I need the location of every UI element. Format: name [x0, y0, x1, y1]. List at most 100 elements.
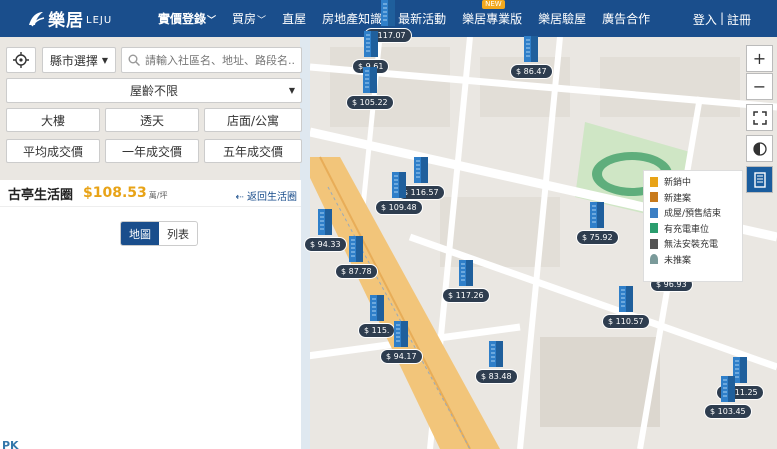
building-icon — [650, 254, 658, 265]
search-box[interactable] — [121, 47, 302, 73]
legend-label: 未推案 — [664, 255, 692, 266]
legend-item: 有充電車位 — [650, 221, 736, 237]
pin-price-label: $ 110.57 — [602, 314, 650, 329]
period-button-five-year[interactable]: 五年成交價 — [204, 139, 302, 163]
building-icon — [524, 36, 539, 62]
pin-price-label: $ 83.48 — [475, 369, 518, 384]
locate-button[interactable] — [6, 47, 36, 73]
building-icon — [650, 223, 658, 234]
tab-map[interactable]: 地圖 — [121, 222, 159, 245]
pin-price-label: $ 105.22 — [346, 95, 394, 110]
legend-label: 無法安裝充電 — [664, 240, 719, 251]
map-pin[interactable]: $ 87.78 — [335, 234, 378, 279]
logo-text-en: LEJU — [86, 15, 113, 26]
contrast-icon — [752, 141, 767, 156]
tab-list[interactable]: 列表 — [159, 222, 197, 245]
zoom-in-button[interactable]: + — [746, 45, 773, 72]
fullscreen-button[interactable] — [746, 104, 773, 131]
legend-label: 有充電車位 — [664, 224, 710, 235]
nav-label: 樂居驗屋 — [538, 12, 587, 26]
result-header: 古亭生活圈 $108.53 萬/坪 ⇠ 返回生活圈 — [0, 180, 301, 207]
result-panel: 古亭生活圈 $108.53 萬/坪 ⇠ 返回生活圈 地圖 列表 PK — [0, 180, 301, 449]
pin-price-label: $ 86.47 — [510, 64, 553, 79]
map-pin[interactable]: $ 103.45 — [704, 374, 752, 419]
map-pin[interactable]: $ 75.92 — [576, 200, 619, 245]
chevron-down-icon: ﹀ — [257, 16, 267, 26]
back-link-label: 返回生活圈 — [247, 192, 297, 203]
view-toggle: 地圖 列表 — [120, 221, 198, 246]
area-title: 古亭生活圈 — [8, 187, 74, 203]
pin-price-label: $ 117.26 — [442, 288, 490, 303]
nav-item-pro[interactable]: NEW 樂居專業版 — [462, 0, 523, 27]
login-link[interactable]: 登入 — [693, 11, 717, 28]
legend-item: 未推案 — [650, 252, 736, 268]
logo-text-cn: 樂居 — [48, 11, 84, 31]
site-logo[interactable]: 樂居 LEJU — [26, 6, 136, 31]
building-icon — [394, 321, 409, 347]
building-icon — [349, 236, 364, 262]
building-icon — [650, 192, 658, 203]
nav-item-buy[interactable]: 買房﹀ — [232, 10, 266, 27]
caret-down-icon: ▼ — [288, 86, 295, 95]
type-button-shop-apartment[interactable]: 店面/公寓 — [204, 108, 302, 132]
minus-icon: − — [752, 77, 767, 96]
zoom-out-button[interactable]: − — [746, 73, 773, 100]
city-select[interactable]: 縣市選擇 ▼ — [42, 47, 116, 73]
plus-icon: + — [752, 49, 767, 68]
map-legend: 新銷中 新建案 成屋/預售結束 有充電車位 無法安裝充電 未推案 — [643, 170, 743, 282]
caret-down-icon: ▼ — [101, 55, 109, 65]
nav-label: 實價登錄 — [158, 12, 207, 26]
building-icon — [590, 202, 605, 228]
building-icon — [458, 260, 473, 286]
city-select-label: 縣市選擇 — [49, 53, 98, 68]
price-unit: 萬/坪 — [148, 190, 168, 200]
map-pin[interactable]: $ 83.48 — [475, 339, 518, 384]
nav-item-ads[interactable]: 廣告合作 — [602, 10, 650, 27]
fullscreen-icon — [752, 110, 767, 125]
building-icon — [720, 376, 735, 402]
building-age-label: 屋齡不限 — [129, 84, 178, 98]
layers-button[interactable] — [746, 166, 773, 193]
nav-label: 買房 — [232, 12, 257, 26]
register-link[interactable]: 註冊 — [727, 11, 751, 28]
building-age-select[interactable]: 屋齡不限 ▼ — [6, 78, 302, 103]
nav-item-inspection[interactable]: 樂居驗屋 — [538, 10, 586, 27]
map-pin[interactable]: $ 105.22 — [346, 65, 394, 110]
legend-item: 新銷中 — [650, 174, 736, 190]
legend-item: 無法安裝充電 — [650, 236, 736, 252]
building-icon — [650, 238, 658, 249]
building-icon — [650, 207, 658, 218]
nav-item-price-records[interactable]: 實價登錄﹀ — [158, 10, 216, 27]
pin-price-label: $ 103.45 — [704, 404, 752, 419]
pin-price-label: $ 109.48 — [375, 200, 423, 215]
period-button-average[interactable]: 平均成交價 — [6, 139, 100, 163]
type-button-building[interactable]: 大樓 — [6, 108, 100, 132]
search-icon — [128, 54, 140, 66]
back-link[interactable]: ⇠ 返回生活圈 — [235, 188, 297, 203]
building-icon — [489, 341, 504, 367]
crosshair-icon — [13, 52, 29, 68]
building-icon — [318, 209, 333, 235]
map-pin[interactable]: $ 86.47 — [510, 34, 553, 79]
building-icon — [380, 0, 395, 26]
building-icon — [618, 286, 633, 312]
legend-label: 成屋/預售結束 — [664, 209, 722, 220]
nav-item-direct-house[interactable]: 直屋 — [282, 10, 306, 27]
map-pin[interactable]: $ 110.57 — [602, 284, 650, 329]
map-pin[interactable]: $ 117.26 — [442, 258, 490, 303]
map-pin[interactable]: $ 109.48 — [375, 170, 423, 215]
legend-item: 新建案 — [650, 190, 736, 206]
pin-price-label: $ 94.17 — [380, 349, 423, 364]
arrow-left-icon: ⇠ — [235, 192, 247, 203]
map-pin[interactable]: $ 94.17 — [380, 319, 423, 364]
contrast-button[interactable] — [746, 135, 773, 162]
nav-label: 樂居專業版 — [462, 12, 523, 26]
pin-price-label: $ 75.92 — [576, 230, 619, 245]
nav-label: 廣告合作 — [602, 12, 651, 26]
period-button-one-year[interactable]: 一年成交價 — [105, 139, 199, 163]
type-button-townhouse[interactable]: 透天 — [105, 108, 199, 132]
building-icon — [650, 176, 658, 187]
separator: | — [719, 11, 724, 25]
search-input[interactable] — [145, 53, 295, 67]
legend-label: 新建案 — [664, 193, 692, 204]
